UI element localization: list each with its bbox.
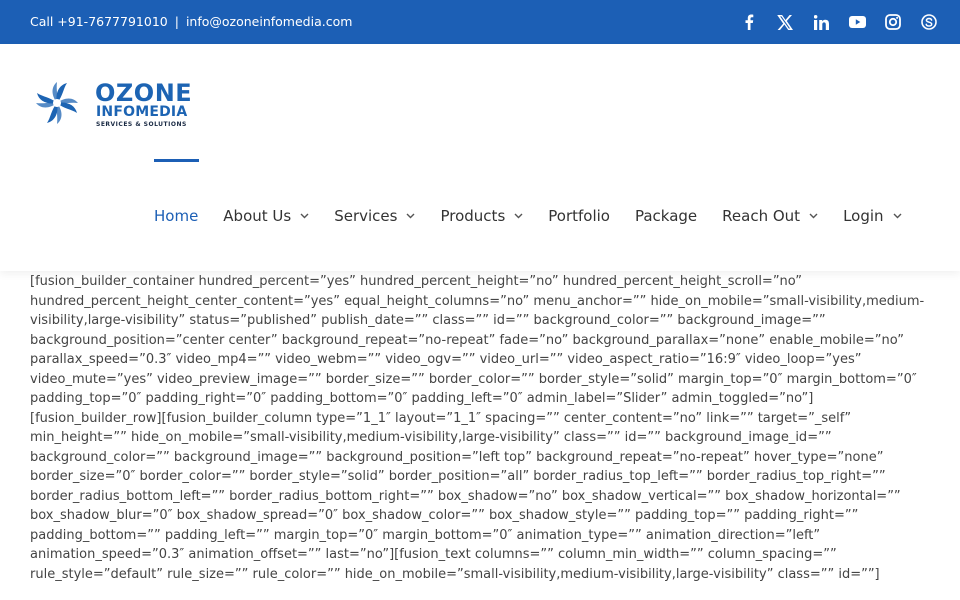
chevron-down-icon (406, 212, 415, 221)
nav-item-portfolio[interactable]: Portfolio (548, 159, 610, 273)
site-logo[interactable]: OZONE INFOMEDIA SERVICES & SOLUTIONS (33, 79, 193, 129)
x-twitter-icon[interactable] (776, 13, 794, 31)
youtube-icon[interactable] (848, 13, 866, 31)
logo-tagline: SERVICES & SOLUTIONS (96, 121, 187, 128)
nav-label: Login (843, 207, 884, 225)
top-bar: Call +91-7677791010 | info@ozoneinfomedia.… (0, 0, 960, 44)
logo-text-ozone: OZONE (95, 79, 193, 107)
shortcode-text: [fusion_builder_container hundred_percen… (30, 274, 925, 582)
nav-item-reach-out[interactable]: Reach Out (722, 159, 818, 273)
chevron-down-icon (514, 212, 523, 221)
nav-label: Products (440, 207, 506, 225)
facebook-icon[interactable] (740, 13, 758, 31)
chevron-down-icon (893, 212, 902, 221)
social-links (740, 0, 938, 44)
nav-item-products[interactable]: Products (440, 159, 523, 273)
phone-number[interactable]: Call +91-7677791010 (30, 14, 168, 29)
instagram-icon[interactable] (884, 13, 902, 31)
nav-item-login[interactable]: Login (843, 159, 902, 273)
logo-swirl-icon (36, 82, 78, 124)
logo-text-infomedia: INFOMEDIA (96, 104, 188, 120)
nav-item-about-us[interactable]: About Us (223, 159, 309, 273)
chevron-down-icon (809, 212, 818, 221)
nav-item-package[interactable]: Package (635, 159, 697, 273)
page-content: [fusion_builder_container hundred_percen… (30, 272, 935, 584)
nav-label: Home (154, 207, 199, 225)
nav-item-services[interactable]: Services (334, 159, 415, 273)
skype-icon[interactable] (920, 13, 938, 31)
nav-label: About Us (223, 207, 292, 225)
nav-label: Portfolio (548, 207, 610, 225)
nav-label: Reach Out (722, 207, 801, 225)
nav-label: Services (334, 207, 398, 225)
main-navigation: Home About Us Services Products Portfoli… (154, 159, 927, 273)
chevron-down-icon (300, 212, 309, 221)
nav-label: Package (634, 207, 698, 225)
contact-info: Call +91-7677791010 | info@ozoneinfomedia.… (30, 0, 352, 44)
linkedin-icon[interactable] (812, 13, 830, 31)
email-link[interactable]: info@ozoneinfomedia.com (186, 14, 352, 29)
contact-separator: | (174, 14, 179, 29)
nav-item-home[interactable]: Home (154, 159, 200, 273)
site-header: OZONE INFOMEDIA SERVICES & SOLUTIONS Hom… (0, 44, 960, 271)
